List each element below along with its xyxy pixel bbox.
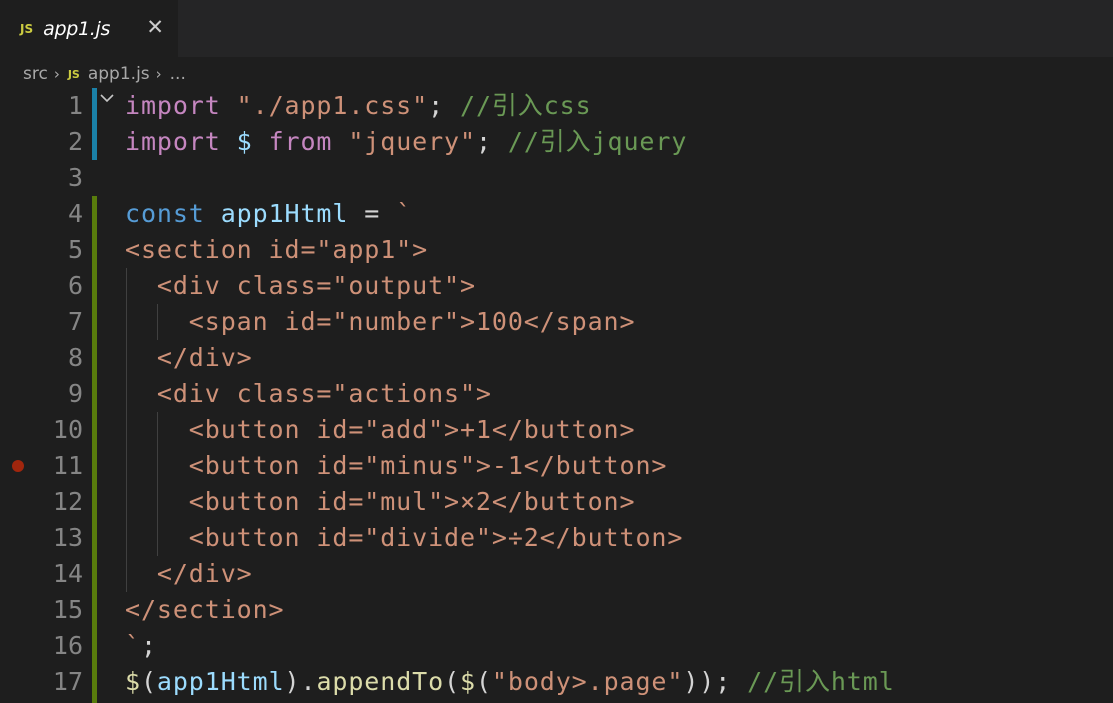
line-number: 12 bbox=[52, 487, 83, 516]
code-line: 12 <button id="mul">×2</button> bbox=[0, 484, 1113, 520]
code-text: import "./app1.css"; //引入css bbox=[125, 91, 592, 120]
code-line: 1 import "./app1.css"; //引入css bbox=[0, 88, 1113, 124]
tab-app1-js[interactable]: JS app1.js ✕ bbox=[0, 0, 178, 57]
code-text: <button id="minus">-1</button> bbox=[125, 451, 668, 480]
line-number: 3 bbox=[67, 163, 83, 192]
code-text: import $ from "jquery"; //引入jquery bbox=[125, 127, 688, 156]
code-text: </div> bbox=[125, 559, 253, 588]
line-number: 13 bbox=[52, 523, 83, 552]
line-number: 8 bbox=[67, 343, 83, 372]
breadcrumb-symbols[interactable]: ... bbox=[170, 64, 186, 84]
code-editor[interactable]: 1 import "./app1.css"; //引入css 2 import … bbox=[0, 88, 1113, 703]
line-number: 11 bbox=[52, 451, 83, 480]
line-number: 6 bbox=[67, 271, 83, 300]
code-text: const app1Html = ` bbox=[125, 199, 413, 228]
chevron-right-icon: › bbox=[53, 65, 60, 83]
tab-bar: JS app1.js ✕ bbox=[0, 0, 1113, 57]
chevron-right-icon: › bbox=[155, 65, 162, 83]
code-text: `; bbox=[125, 631, 157, 660]
code-text: </section> bbox=[125, 595, 285, 624]
code-line: 3 bbox=[0, 160, 1113, 196]
line-number: 10 bbox=[52, 415, 83, 444]
line-number: 5 bbox=[67, 235, 83, 264]
javascript-file-icon: JS bbox=[20, 21, 34, 36]
code-line: 2 import $ from "jquery"; //引入jquery bbox=[0, 124, 1113, 160]
line-number: 2 bbox=[67, 127, 83, 156]
code-text: $(app1Html).appendTo($("body>.page")); /… bbox=[125, 667, 895, 696]
code-text: <section id="app1"> bbox=[125, 235, 429, 264]
breadcrumb-folder-src[interactable]: src bbox=[23, 64, 48, 84]
code-line: 7 <span id="number">100</span> bbox=[0, 304, 1113, 340]
line-number: 4 bbox=[67, 199, 83, 228]
code-text: <button id="mul">×2</button> bbox=[125, 487, 636, 516]
code-line: 8 </div> bbox=[0, 340, 1113, 376]
breadcrumb-file[interactable]: app1.js bbox=[88, 64, 150, 84]
line-number: 9 bbox=[67, 379, 83, 408]
code-line: 16 `; bbox=[0, 628, 1113, 664]
code-text: <span id="number">100</span> bbox=[125, 307, 636, 336]
tab-label: app1.js bbox=[43, 17, 111, 40]
line-number: 1 bbox=[67, 91, 83, 120]
code-line: 15 </section> bbox=[0, 592, 1113, 628]
breadcrumb: src › JS app1.js › ... bbox=[0, 57, 1113, 91]
code-text: </div> bbox=[125, 343, 253, 372]
code-line: 9 <div class="actions"> bbox=[0, 376, 1113, 412]
close-icon[interactable]: ✕ bbox=[146, 16, 164, 38]
code-line: 14 </div> bbox=[0, 556, 1113, 592]
code-text: <button id="add">+1</button> bbox=[125, 415, 636, 444]
code-line: 10 <button id="add">+1</button> bbox=[0, 412, 1113, 448]
javascript-file-icon: JS bbox=[67, 67, 80, 81]
line-number: 15 bbox=[52, 595, 83, 624]
code-line: 13 <button id="divide">÷2</button> bbox=[0, 520, 1113, 556]
code-line: 17 $(app1Html).appendTo($("body>.page"))… bbox=[0, 664, 1113, 700]
line-number: 17 bbox=[52, 667, 83, 696]
code-text: <button id="divide">÷2</button> bbox=[125, 523, 684, 552]
code-text: <div class="actions"> bbox=[125, 379, 492, 408]
line-number: 7 bbox=[67, 307, 83, 336]
code-line: 4 const app1Html = ` bbox=[0, 196, 1113, 232]
line-number: 14 bbox=[52, 559, 83, 588]
code-text: <div class="output"> bbox=[125, 271, 476, 300]
code-line: 11 <button id="minus">-1</button> bbox=[0, 448, 1113, 484]
code-line: 6 <div class="output"> bbox=[0, 268, 1113, 304]
line-number: 16 bbox=[52, 631, 83, 660]
code-line: 5 <section id="app1"> bbox=[0, 232, 1113, 268]
